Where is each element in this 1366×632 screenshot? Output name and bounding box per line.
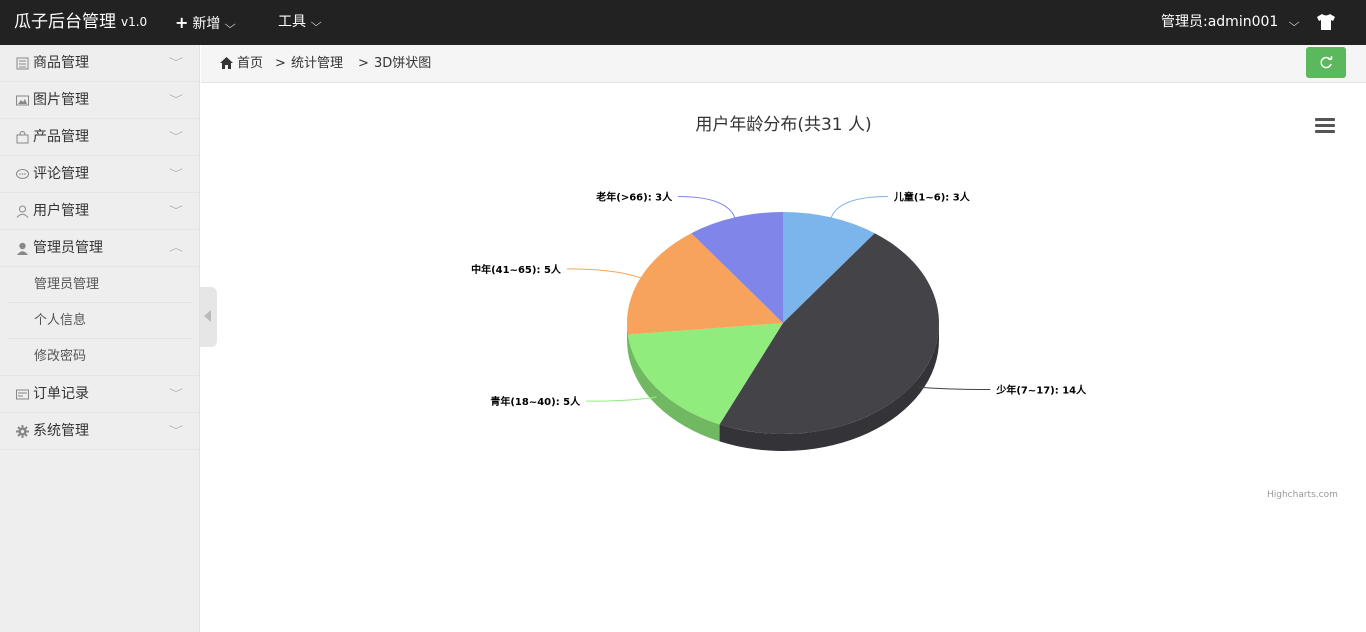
chevron-down-icon: ﹀ [169, 58, 183, 69]
sidebar-item[interactable]: 订单记录 ﹀ [0, 376, 199, 413]
user-menu[interactable]: 管理员:admin001 ⌵ [1161, 0, 1300, 45]
label-connector [678, 196, 736, 218]
pie-data-label: 老年(>66): 3人 [595, 191, 673, 204]
refresh-icon [1320, 56, 1333, 69]
chevron-down-icon: ﹀ [169, 389, 183, 400]
sidebar-item-label: 用户管理 [33, 203, 89, 219]
chart-container: 儿童(1~6): 3人少年(7~17): 14人青年(18~40): 5人 中年(… [201, 84, 1366, 632]
tools-menu-label: 工具 [278, 14, 306, 30]
chevron-down-icon: ⌵ [225, 18, 237, 31]
pie-data-label: 中年(41~65): 5人 [471, 263, 562, 276]
user-icon [16, 205, 29, 218]
breadcrumb-separator: > [275, 56, 286, 71]
sidebar-item[interactable]: 产品管理 ﹀ [0, 119, 199, 156]
sidebar-item-label: 评论管理 [33, 166, 89, 182]
user-name: 管理员:admin001 [1161, 14, 1279, 30]
pie-chart: 儿童(1~6): 3人少年(7~17): 14人青年(18~40): 5人 中年(… [471, 191, 1087, 451]
gear-icon [16, 425, 29, 438]
sidebar-item[interactable]: 商品管理 ﹀ [0, 45, 199, 82]
chevron-down-icon: ﹀ [169, 169, 183, 180]
sidebar: 商品管理 ﹀ 图片管理 ﹀ 产品管理 ﹀ 评论管理 ﹀ 用户管理 ﹀ 管理员管理 ︿ 管理员管理 个人… [0, 45, 200, 632]
breadcrumb: 首页 > 统计管理 > 3D饼状图 [201, 45, 1366, 83]
pie-data-label: 少年(7~17): 14人 [995, 384, 1087, 397]
sidebar-item-label: 产品管理 [33, 129, 89, 145]
sidebar-subitem-change-password[interactable]: 修改密码 [8, 339, 191, 375]
chevron-down-icon: ⌵ [310, 16, 322, 29]
pie-data-label: 青年(18~40): 5人 [490, 395, 581, 408]
breadcrumb-stats[interactable]: 统计管理 [291, 45, 343, 83]
chevron-up-icon: ︿ [169, 243, 183, 254]
sidebar-item[interactable]: 评论管理 ﹀ [0, 156, 199, 193]
sidebar-item-label: 商品管理 [33, 55, 89, 71]
chevron-down-icon: ﹀ [169, 132, 183, 143]
add-menu-label: 新增 [192, 16, 221, 32]
admin-icon [17, 242, 28, 255]
label-connector [830, 196, 888, 218]
app-title[interactable]: 瓜子后台管理 [14, 0, 116, 45]
sidebar-item[interactable]: 用户管理 ﹀ [0, 193, 199, 230]
breadcrumb-home[interactable]: 首页 [237, 45, 263, 83]
sidebar-item[interactable]: 系统管理 ﹀ [0, 413, 199, 450]
comment-icon [16, 169, 29, 179]
chart-title: 用户年龄分布(共31 人) [695, 115, 872, 135]
tools-menu[interactable]: 工具 ⌵ [278, 0, 322, 45]
chevron-down-icon: ⌵ [1289, 16, 1300, 29]
bag-icon [16, 131, 29, 144]
chevron-down-icon: ﹀ [169, 95, 183, 106]
sidebar-item-label: 管理员管理 [33, 240, 103, 256]
label-connector [586, 396, 657, 402]
image-icon [16, 95, 29, 106]
top-navbar: 瓜子后台管理 v1.0 + 新增 ⌵ 工具 ⌵ 管理员:admin001 ⌵ [0, 0, 1366, 45]
home-icon [220, 57, 233, 69]
sidebar-item[interactable]: 管理员管理 ︿ [0, 230, 199, 267]
label-connector [566, 268, 641, 279]
sidebar-subitem-profile[interactable]: 个人信息 [8, 303, 191, 339]
refresh-button[interactable] [1306, 47, 1346, 78]
chart-menu-button[interactable] [1315, 118, 1335, 134]
add-menu[interactable]: + 新增 ⌵ [175, 0, 237, 45]
plus-icon: + [175, 13, 189, 32]
order-icon [16, 389, 29, 400]
pie-data-label: 儿童(1~6): 3人 [893, 191, 971, 204]
label-connector [918, 386, 991, 390]
breadcrumb-current: 3D饼状图 [374, 56, 432, 71]
chevron-down-icon: ﹀ [169, 426, 183, 437]
chart-credits[interactable]: Highcharts.com [1267, 490, 1338, 500]
list-icon [16, 57, 29, 70]
sidebar-submenu: 管理员管理 个人信息 修改密码 [0, 267, 199, 375]
sidebar-item-label: 订单记录 [33, 386, 89, 402]
version-label: v1.0 [121, 15, 148, 29]
chevron-down-icon: ﹀ [169, 206, 183, 217]
sidebar-item[interactable]: 图片管理 ﹀ [0, 82, 199, 119]
breadcrumb-separator: > [358, 56, 369, 71]
tshirt-icon[interactable] [1316, 13, 1336, 31]
sidebar-item-label: 系统管理 [33, 423, 89, 439]
sidebar-subitem-admin-manage[interactable]: 管理员管理 [8, 267, 191, 303]
menu-icon [1315, 118, 1335, 121]
sidebar-item-label: 图片管理 [33, 92, 89, 108]
